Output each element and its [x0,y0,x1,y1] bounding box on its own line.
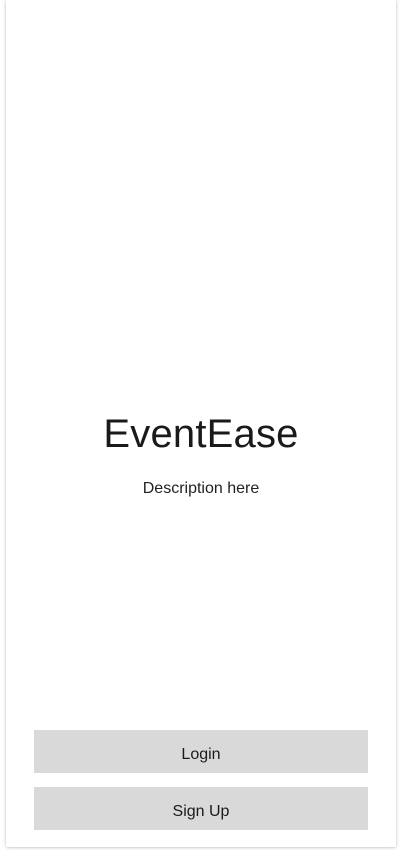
login-button[interactable]: Login [34,730,368,773]
auth-actions: Login Sign Up [34,730,368,830]
app-title: EventEase [103,412,299,456]
welcome-screen: EventEase Description here Login Sign Up [6,0,396,847]
app-description: Description here [142,480,260,497]
hero-section: EventEase Description here [6,0,396,700]
sign-up-button[interactable]: Sign Up [34,787,368,830]
